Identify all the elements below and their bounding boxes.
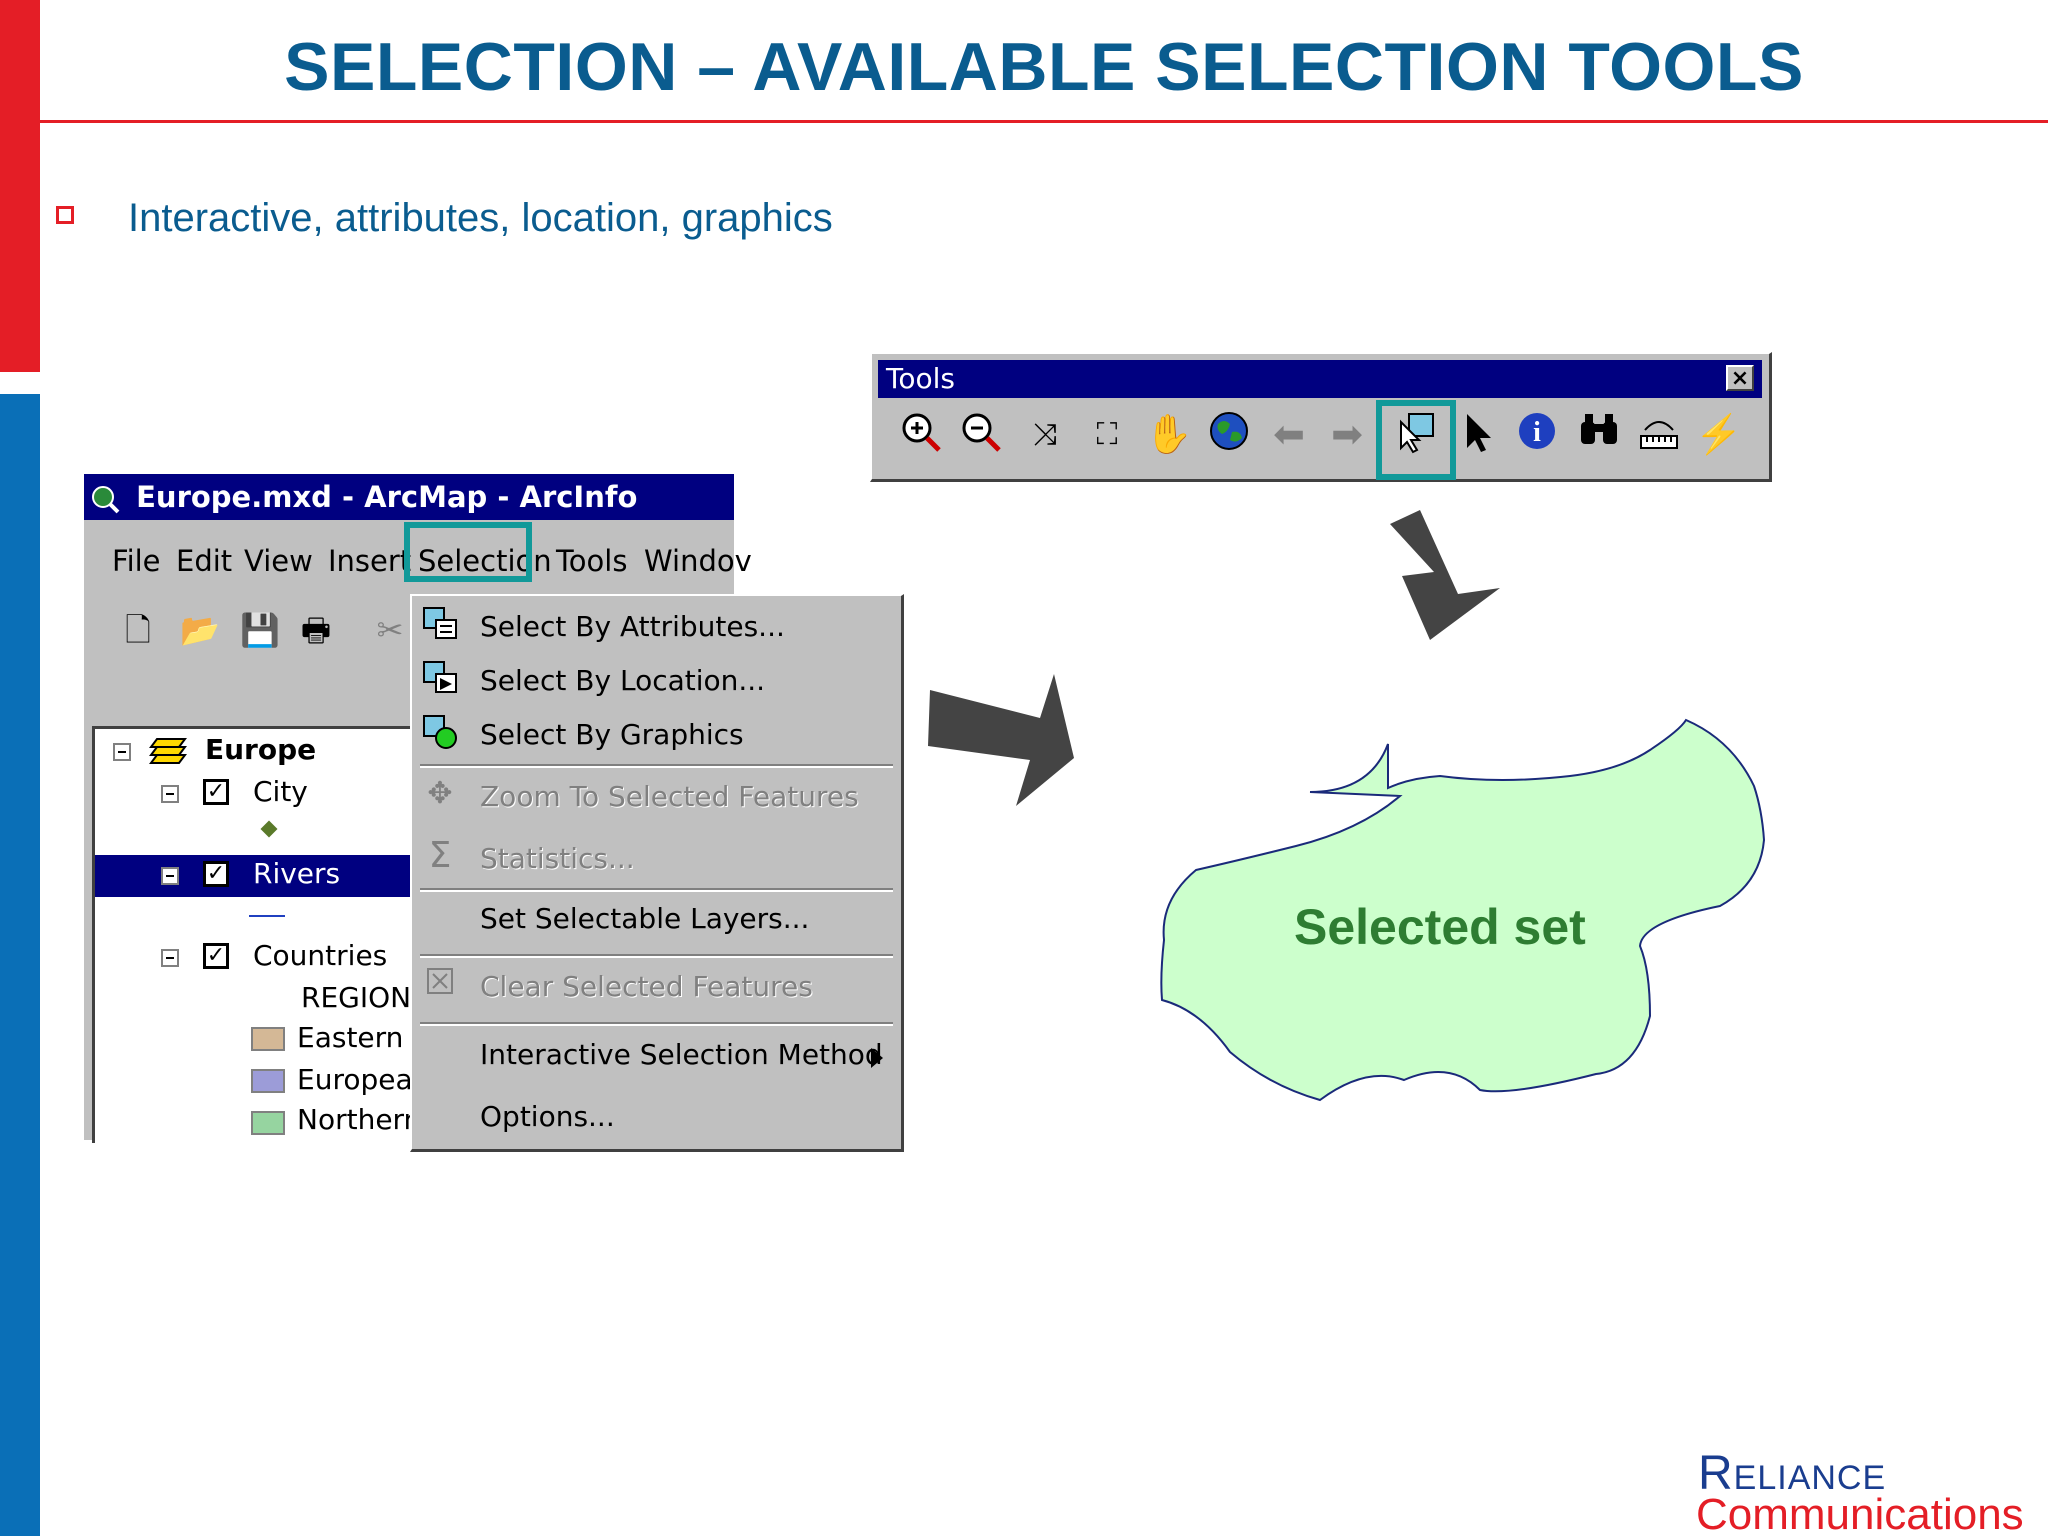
zoom-to-selected-item[interactable]: Zoom To Selected Features xyxy=(480,780,859,813)
statistics-item[interactable]: Statistics... xyxy=(480,842,635,875)
statistics-sigma-icon: Σ xyxy=(428,835,452,876)
print-icon[interactable]: 🖶 xyxy=(298,612,334,648)
menu-separator xyxy=(420,1022,893,1026)
tools-title-bar: Tools × xyxy=(878,360,1762,398)
table-of-contents: Europe ✓ City ✓ Rivers ✓ Countries REGIO… xyxy=(92,726,430,1143)
select-by-graphics-icon xyxy=(420,714,460,754)
select-by-graphics-item[interactable]: Select By Graphics xyxy=(480,718,744,751)
pointer-arrows xyxy=(900,500,1160,840)
select-features-icon[interactable] xyxy=(1392,410,1442,460)
legend-swatch-northern xyxy=(251,1111,285,1135)
arcmap-window-title: Europe.mxd - ArcMap - ArcInfo xyxy=(136,480,638,514)
collapse-rivers-icon[interactable] xyxy=(161,867,179,885)
identify-icon[interactable]: i xyxy=(1512,410,1562,460)
legend-swatch-european xyxy=(251,1069,285,1093)
layer-rivers[interactable]: Rivers xyxy=(253,857,340,890)
menu-insert[interactable]: Insert xyxy=(328,544,411,578)
select-elements-pointer-icon[interactable] xyxy=(1452,410,1502,460)
toolbar-strip xyxy=(84,672,414,714)
new-document-icon[interactable]: 🗋 xyxy=(120,612,156,648)
save-icon[interactable]: 💾 xyxy=(240,612,280,648)
bullet-text: Interactive, attributes, location, graph… xyxy=(128,196,833,240)
full-extent-globe-icon[interactable] xyxy=(1204,410,1254,460)
open-folder-icon[interactable]: 📂 xyxy=(180,612,220,648)
layer-city[interactable]: City xyxy=(253,775,308,808)
down-arrow-icon xyxy=(1390,510,1500,640)
arcmap-title-bar: Europe.mxd - ArcMap - ArcInfo xyxy=(84,474,734,520)
selection-menu-highlight xyxy=(404,522,532,582)
clear-selection-icon xyxy=(420,966,460,1006)
collapse-countries-icon[interactable] xyxy=(161,949,179,967)
arcmap-standard-toolbar: 🗋 📂 💾 🖶 ✂ xyxy=(84,596,414,672)
fixed-zoom-in-icon[interactable]: ⤨ xyxy=(1020,410,1070,460)
region-heading: REGION xyxy=(301,981,412,1014)
hyperlink-lightning-icon[interactable]: ⚡ xyxy=(1694,410,1744,460)
interactive-selection-method-item[interactable]: Interactive Selection Method xyxy=(480,1038,883,1071)
menu-view[interactable]: View xyxy=(244,544,313,578)
legend-swatch-eastern xyxy=(251,1027,285,1051)
layers-stack-icon xyxy=(149,738,187,764)
zoom-out-icon[interactable] xyxy=(956,410,1006,460)
collapse-city-icon[interactable] xyxy=(161,785,179,803)
selected-set-label: Selected set xyxy=(1294,899,1586,955)
menu-window[interactable]: Windov xyxy=(644,544,752,578)
options-item[interactable]: Options... xyxy=(480,1100,615,1133)
set-selectable-layers-item[interactable]: Set Selectable Layers... xyxy=(480,902,809,935)
layer-countries[interactable]: Countries xyxy=(253,939,387,972)
city-checkbox[interactable]: ✓ xyxy=(203,779,229,805)
selection-dropdown-menu: Select By Attributes... Select By Locati… xyxy=(410,594,904,1152)
select-by-location-item[interactable]: Select By Location... xyxy=(480,664,765,697)
arcmap-globe-icon xyxy=(92,486,120,514)
clear-selected-features-item[interactable]: Clear Selected Features xyxy=(480,970,813,1003)
zoom-in-icon[interactable] xyxy=(896,410,946,460)
rivers-line-symbol xyxy=(249,915,285,917)
city-point-symbol xyxy=(260,820,278,838)
menu-separator xyxy=(420,888,893,892)
find-binoculars-icon[interactable] xyxy=(1574,410,1624,460)
communications-logo-text: Communications xyxy=(1696,1490,2024,1539)
menu-separator xyxy=(420,954,893,958)
legend-label-european: Europear xyxy=(297,1063,425,1096)
select-by-attributes-icon xyxy=(420,606,460,646)
forward-arrow-icon[interactable]: ➡ xyxy=(1322,410,1372,460)
svg-text:i: i xyxy=(1533,417,1541,448)
back-arrow-icon[interactable]: ⬅ xyxy=(1264,410,1314,460)
close-icon[interactable]: × xyxy=(1726,365,1754,391)
legend-label-northern: Northern xyxy=(297,1103,422,1136)
left-blue-bar xyxy=(0,394,40,1536)
tools-title: Tools xyxy=(886,362,955,395)
rivers-checkbox[interactable]: ✓ xyxy=(203,861,229,887)
menu-separator xyxy=(420,764,893,768)
countries-checkbox[interactable]: ✓ xyxy=(203,943,229,969)
bullet-square-icon xyxy=(56,206,74,224)
toc-root-europe[interactable]: Europe xyxy=(205,733,316,766)
select-by-location-icon xyxy=(420,660,460,700)
measure-icon[interactable] xyxy=(1634,410,1684,460)
select-by-attributes-item[interactable]: Select By Attributes... xyxy=(480,610,785,643)
menu-tools[interactable]: Tools xyxy=(556,544,627,578)
arcmap-menu-bar: File Edit View Insert Selection Tools Wi… xyxy=(84,520,752,596)
zoom-to-selected-icon: ✥ xyxy=(427,776,453,811)
slide-title: SELECTION – AVAILABLE SELECTION TOOLS xyxy=(284,29,1804,105)
collapse-europe-icon[interactable] xyxy=(113,743,131,761)
title-divider xyxy=(40,120,2048,123)
cut-icon[interactable]: ✂ xyxy=(372,612,408,648)
menu-file[interactable]: File xyxy=(112,544,161,578)
left-red-bar xyxy=(0,0,40,372)
menu-edit[interactable]: Edit xyxy=(176,544,232,578)
submenu-arrow-icon xyxy=(871,1048,883,1068)
fixed-zoom-out-icon[interactable]: ⛶ xyxy=(1082,410,1132,460)
pan-hand-icon[interactable]: ✋ xyxy=(1144,410,1194,460)
